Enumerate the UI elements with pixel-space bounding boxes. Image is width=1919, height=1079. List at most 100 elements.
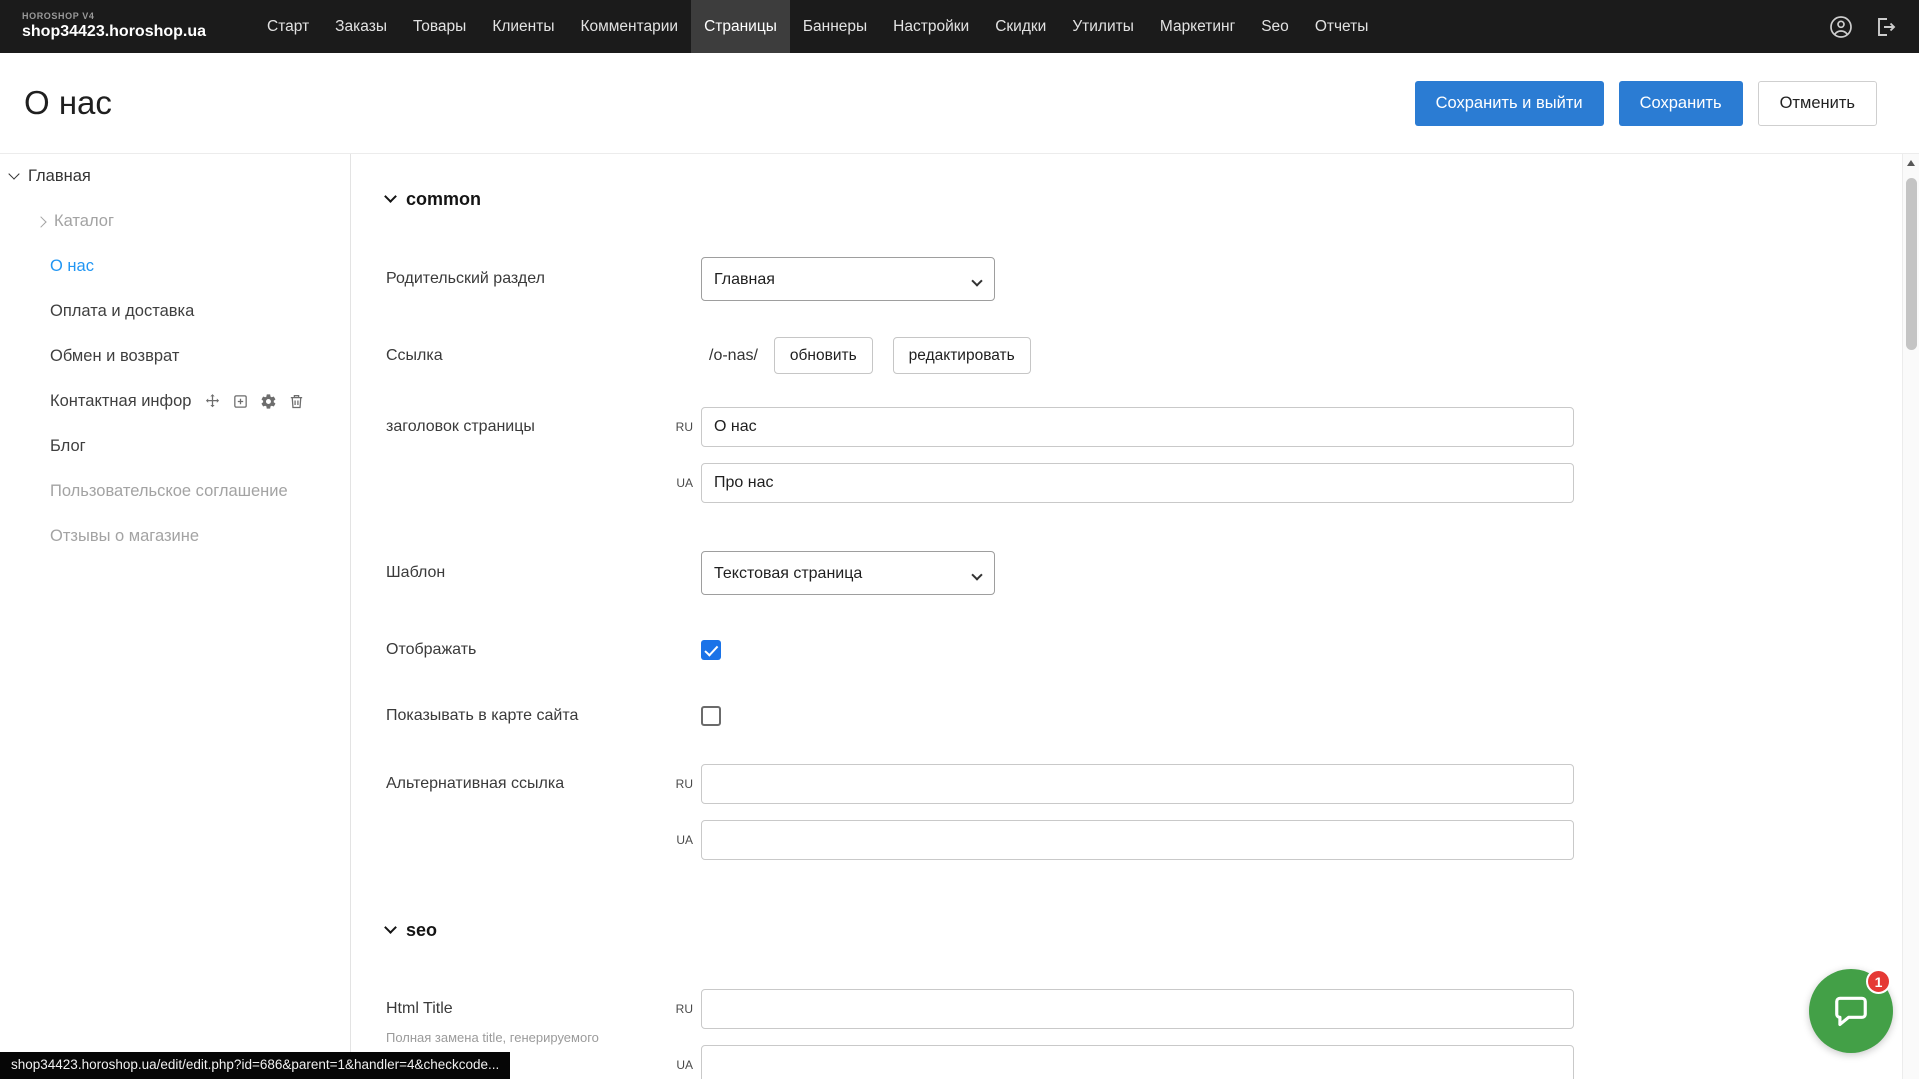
- chevron-right-icon: [35, 216, 46, 227]
- section-common-label: common: [406, 189, 481, 210]
- sidebar-item-label: Обмен и возврат: [50, 347, 179, 366]
- nav-item-marketing[interactable]: Маркетинг: [1147, 0, 1248, 53]
- topbar: HOROSHOP V4 shop34423.horoshop.ua Старт …: [0, 0, 1919, 53]
- chat-bubble-icon: [1832, 992, 1870, 1030]
- sidebar-item-label: Отзывы о магазине: [50, 527, 199, 546]
- page-header: О нас Сохранить и выйти Сохранить Отмени…: [0, 53, 1919, 153]
- sitemap-checkbox[interactable]: [701, 706, 721, 726]
- page-title-ru-input[interactable]: [701, 407, 1574, 447]
- page-edit-form: common Родительский раздел Главная Ссылк…: [352, 154, 1902, 1079]
- page-title-label: заголовок страницы: [386, 407, 671, 447]
- sidebar-item-label: Каталог: [54, 212, 114, 231]
- nav-item-discounts[interactable]: Скидки: [982, 0, 1059, 53]
- parent-section-select[interactable]: Главная: [701, 257, 995, 301]
- sitemap-label: Показывать в карте сайта: [386, 707, 671, 725]
- sidebar-item-oplata[interactable]: Оплата и доставка: [0, 289, 350, 334]
- section-common[interactable]: common: [386, 188, 1902, 210]
- template-select[interactable]: Текстовая страница: [701, 551, 995, 595]
- sidebar-item-blog[interactable]: Блог: [0, 424, 350, 469]
- nav-item-settings[interactable]: Настройки: [880, 0, 982, 53]
- sidebar-item-label: Оплата и доставка: [50, 302, 194, 321]
- scrollbar-up-arrow[interactable]: [1903, 154, 1919, 171]
- sidebar-item-polzovatelskoe[interactable]: Пользовательское соглашение: [0, 469, 350, 514]
- save-button[interactable]: Сохранить: [1619, 81, 1743, 126]
- html-title-label: Html Title: [386, 989, 671, 1029]
- alt-link-ua-input[interactable]: [701, 820, 1574, 860]
- brand-domain: shop34423.horoshop.ua: [22, 24, 206, 41]
- html-title-ru-input[interactable]: [701, 989, 1574, 1029]
- nav-item-orders[interactable]: Заказы: [322, 0, 400, 53]
- logout-icon[interactable]: [1873, 15, 1897, 39]
- scrollbar-thumb[interactable]: [1906, 178, 1917, 350]
- top-navigation: Старт Заказы Товары Клиенты Комментарии …: [254, 0, 1381, 53]
- form-row-template: Шаблон Текстовая страница: [386, 551, 1902, 595]
- nav-item-utilities[interactable]: Утилиты: [1059, 0, 1147, 53]
- nav-item-reports[interactable]: Отчеты: [1302, 0, 1382, 53]
- sidebar-item-label: Контактная инфор: [50, 392, 191, 411]
- parent-section-label: Родительский раздел: [386, 270, 671, 288]
- status-url-tooltip: shop34423.horoshop.ua/edit/edit.php?id=6…: [0, 1052, 510, 1079]
- lang-label-ru: RU: [671, 777, 701, 791]
- form-row-link: Ссылка /o-nas/ обновить редактировать: [386, 337, 1902, 374]
- delete-icon[interactable]: [288, 393, 305, 410]
- brand-version: HOROSHOP V4: [22, 12, 206, 21]
- sidebar-item-katalog[interactable]: Каталог: [0, 199, 350, 244]
- save-and-exit-button[interactable]: Сохранить и выйти: [1415, 81, 1604, 126]
- chevron-down-icon: [384, 190, 397, 203]
- brand[interactable]: HOROSHOP V4 shop34423.horoshop.ua: [22, 0, 206, 53]
- alt-link-label: Альтернативная ссылка: [386, 764, 671, 804]
- form-row-alt-link: Альтернативная ссылка RU UA: [386, 764, 1902, 860]
- sidebar-item-otzyvy[interactable]: Отзывы о магазине: [0, 514, 350, 559]
- form-row-parent-section: Родительский раздел Главная: [386, 257, 1902, 301]
- link-refresh-button[interactable]: обновить: [774, 337, 873, 374]
- page-title: О нас: [24, 84, 112, 122]
- sidebar-item-obmen[interactable]: Обмен и возврат: [0, 334, 350, 379]
- lang-label-ru: RU: [671, 1002, 701, 1016]
- nav-item-products[interactable]: Товары: [400, 0, 479, 53]
- link-edit-button[interactable]: редактировать: [893, 337, 1031, 374]
- nav-item-banners[interactable]: Баннеры: [790, 0, 880, 53]
- template-label: Шаблон: [386, 564, 671, 582]
- form-row-page-title: заголовок страницы RU UA: [386, 407, 1902, 503]
- alt-link-ru-input[interactable]: [701, 764, 1574, 804]
- chat-unread-badge: 1: [1866, 969, 1891, 994]
- page-title-ua-input[interactable]: [701, 463, 1574, 503]
- pages-tree-sidebar: Главная Каталог О нас Оплата и доставка …: [0, 154, 351, 1079]
- lang-label-ua: UA: [671, 833, 701, 847]
- nav-item-start[interactable]: Старт: [254, 0, 322, 53]
- form-row-display: Отображать: [386, 640, 1902, 660]
- lang-label-ru: RU: [671, 420, 701, 434]
- form-row-sitemap: Показывать в карте сайта: [386, 706, 1902, 726]
- chevron-down-icon: [8, 168, 19, 179]
- section-seo[interactable]: seo: [386, 919, 1902, 941]
- display-checkbox[interactable]: [701, 640, 721, 660]
- vertical-scrollbar[interactable]: [1902, 154, 1919, 1079]
- cancel-button[interactable]: Отменить: [1758, 81, 1877, 126]
- lang-label-ua: UA: [671, 1058, 701, 1072]
- nav-item-comments[interactable]: Комментарии: [567, 0, 691, 53]
- nav-item-clients[interactable]: Клиенты: [479, 0, 567, 53]
- html-title-ua-input[interactable]: [701, 1045, 1574, 1079]
- section-seo-label: seo: [406, 920, 437, 941]
- sidebar-item-kontaktnaya[interactable]: Контактная инфор: [0, 379, 350, 424]
- content-area: Главная Каталог О нас Оплата и доставка …: [0, 153, 1919, 1079]
- html-title-hint: Полная замена title, генерируемого: [386, 1030, 671, 1046]
- display-label: Отображать: [386, 641, 671, 659]
- link-label: Ссылка: [386, 347, 671, 365]
- sidebar-item-label: Главная: [28, 167, 91, 186]
- link-value: /o-nas/: [701, 347, 758, 365]
- chevron-down-icon: [384, 921, 397, 934]
- account-icon[interactable]: [1829, 15, 1853, 39]
- form-row-html-title: Html Title Полная замена title, генериру…: [386, 989, 1902, 1079]
- sidebar-item-label: О нас: [50, 257, 94, 276]
- move-icon[interactable]: [204, 393, 221, 410]
- lang-label-ua: UA: [671, 476, 701, 490]
- add-icon[interactable]: [232, 393, 249, 410]
- sidebar-item-o-nas[interactable]: О нас: [0, 244, 350, 289]
- settings-icon[interactable]: [260, 393, 277, 410]
- nav-item-pages[interactable]: Страницы: [691, 0, 790, 53]
- chat-widget-button[interactable]: 1: [1809, 969, 1893, 1053]
- nav-item-seo[interactable]: Seo: [1248, 0, 1302, 53]
- sidebar-item-label: Блог: [50, 437, 86, 456]
- sidebar-item-glavnaya[interactable]: Главная: [0, 154, 350, 199]
